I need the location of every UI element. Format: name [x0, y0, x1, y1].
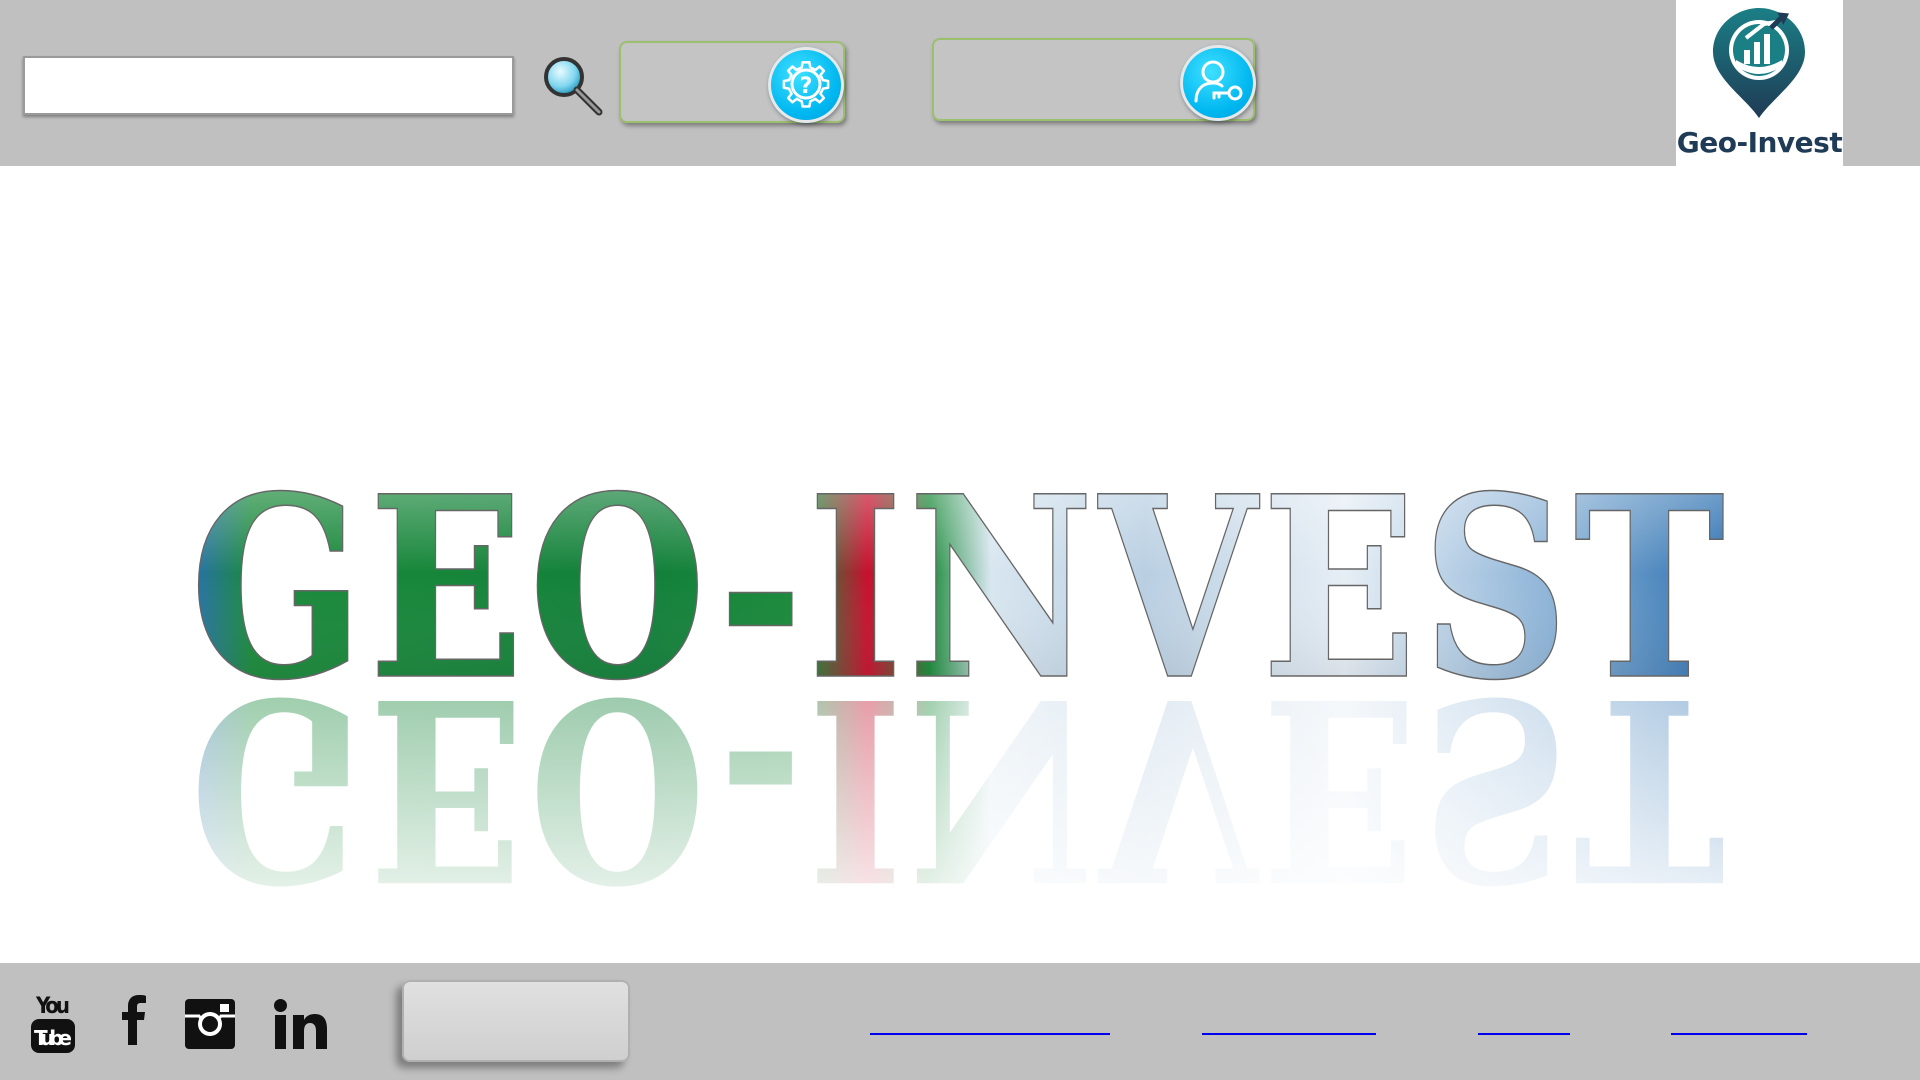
svg-text:Tube: Tube: [34, 1026, 72, 1050]
youtube-icon[interactable]: You Tube: [28, 989, 78, 1055]
footer-bar: You Tube: [0, 963, 1920, 1080]
footer-link-3[interactable]: [1478, 1027, 1570, 1035]
linkedin-icon[interactable]: [274, 999, 328, 1049]
facebook-icon[interactable]: [120, 995, 150, 1047]
map-pin-chart-icon: [1713, 8, 1805, 118]
help-button[interactable]: ?: [619, 41, 845, 123]
footer-link-4[interactable]: [1671, 1027, 1807, 1035]
help-gear-icon: ?: [768, 47, 844, 123]
instagram-icon[interactable]: [185, 999, 235, 1049]
hero-banner: GEO-INVEST GEO-INVEST GEO-INVEST: [0, 166, 1920, 963]
user-key-icon: [1180, 45, 1256, 121]
logo-text: Geo-Invest: [1676, 126, 1843, 159]
magnifier-icon[interactable]: [537, 52, 607, 122]
svg-text:?: ?: [800, 74, 813, 99]
brand-logo[interactable]: Geo-Invest: [1676, 0, 1843, 166]
account-button[interactable]: [932, 38, 1256, 121]
footer-link-2[interactable]: [1202, 1027, 1376, 1035]
geo-invest-wordmark: GEO-INVEST GEO-INVEST GEO-INVEST: [0, 439, 1920, 963]
footer-link-1[interactable]: [870, 1027, 1110, 1035]
search-input[interactable]: [23, 56, 514, 115]
top-toolbar: ? Geo-Invest: [0, 0, 1920, 166]
svg-text:You: You: [35, 994, 70, 1019]
footer-button[interactable]: [402, 980, 630, 1062]
